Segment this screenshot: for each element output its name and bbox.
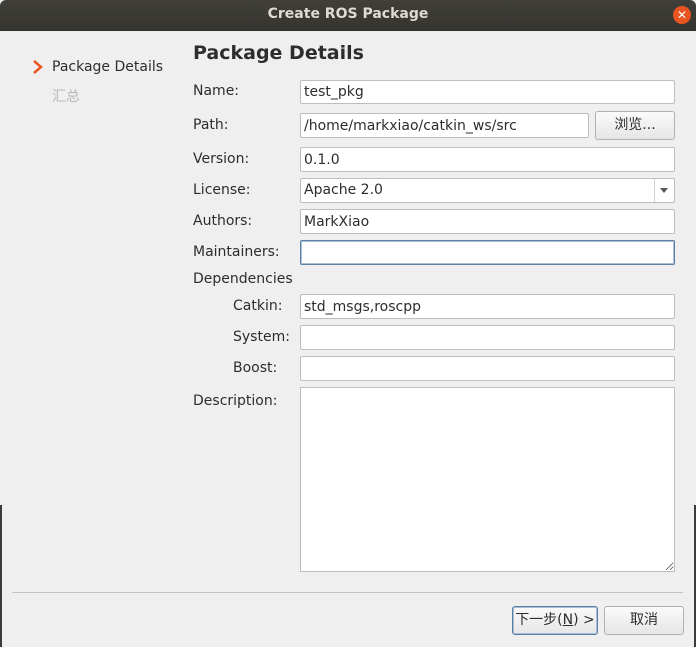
- authors-field[interactable]: [300, 209, 675, 234]
- footer-divider: [12, 592, 683, 593]
- system-label: System:: [233, 329, 290, 345]
- path-label: Path:: [193, 117, 229, 133]
- sidebar-step-summary: 汇总: [52, 89, 80, 105]
- browse-button[interactable]: 浏览...: [595, 111, 675, 140]
- boost-field[interactable]: [300, 356, 675, 381]
- catkin-label: Catkin:: [233, 298, 283, 314]
- dependencies-heading: Dependencies: [193, 271, 293, 287]
- catkin-field[interactable]: [300, 294, 675, 319]
- path-field[interactable]: [300, 113, 589, 138]
- title-bar[interactable]: Create ROS Package ✕: [0, 0, 696, 31]
- description-textarea[interactable]: [300, 387, 675, 572]
- close-icon[interactable]: ✕: [673, 6, 691, 24]
- left-edge: [0, 505, 2, 647]
- chevron-down-icon[interactable]: [654, 179, 674, 202]
- name-label: Name:: [193, 83, 240, 99]
- version-field[interactable]: [300, 147, 675, 172]
- license-label: License:: [193, 182, 251, 198]
- window-title: Create ROS Package: [267, 6, 429, 22]
- license-value: Apache 2.0: [304, 182, 383, 198]
- cancel-button[interactable]: 取消: [604, 606, 684, 635]
- system-field[interactable]: [300, 325, 675, 350]
- version-label: Version:: [193, 151, 250, 167]
- authors-label: Authors:: [193, 213, 253, 229]
- maintainers-field[interactable]: [300, 240, 675, 265]
- current-step-arrow-icon: [33, 60, 43, 74]
- dialog-window: Create ROS Package ✕ Package Details 汇总 …: [0, 0, 696, 647]
- name-field[interactable]: [300, 80, 675, 104]
- next-button-mnemonic: N: [562, 612, 574, 628]
- next-button[interactable]: 下一步(N) >: [512, 606, 598, 635]
- license-combobox[interactable]: Apache 2.0: [300, 178, 675, 203]
- page-title: Package Details: [193, 42, 364, 64]
- description-label: Description:: [193, 393, 278, 409]
- boost-label: Boost:: [233, 360, 278, 376]
- next-button-label-post: ) >: [573, 612, 595, 628]
- next-button-label-pre: 下一步(: [515, 612, 563, 628]
- maintainers-label: Maintainers:: [193, 244, 280, 260]
- sidebar-step-package-details: Package Details: [52, 59, 164, 75]
